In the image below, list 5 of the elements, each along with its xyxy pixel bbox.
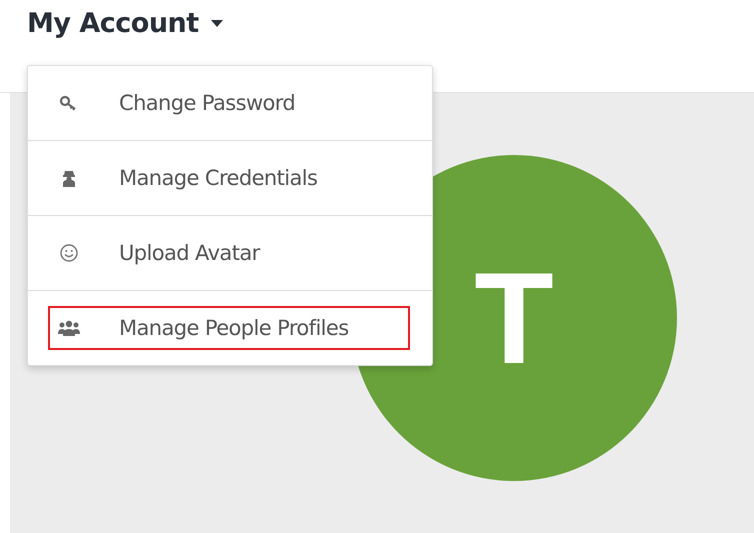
menu-item[interactable]: Manage People Profiles — [48, 306, 410, 350]
menu-item[interactable]: Change Password — [48, 81, 410, 125]
caret-icon — [210, 20, 223, 27]
group-icon — [57, 319, 81, 337]
account-menu-button[interactable]: My Account — [27, 8, 223, 39]
